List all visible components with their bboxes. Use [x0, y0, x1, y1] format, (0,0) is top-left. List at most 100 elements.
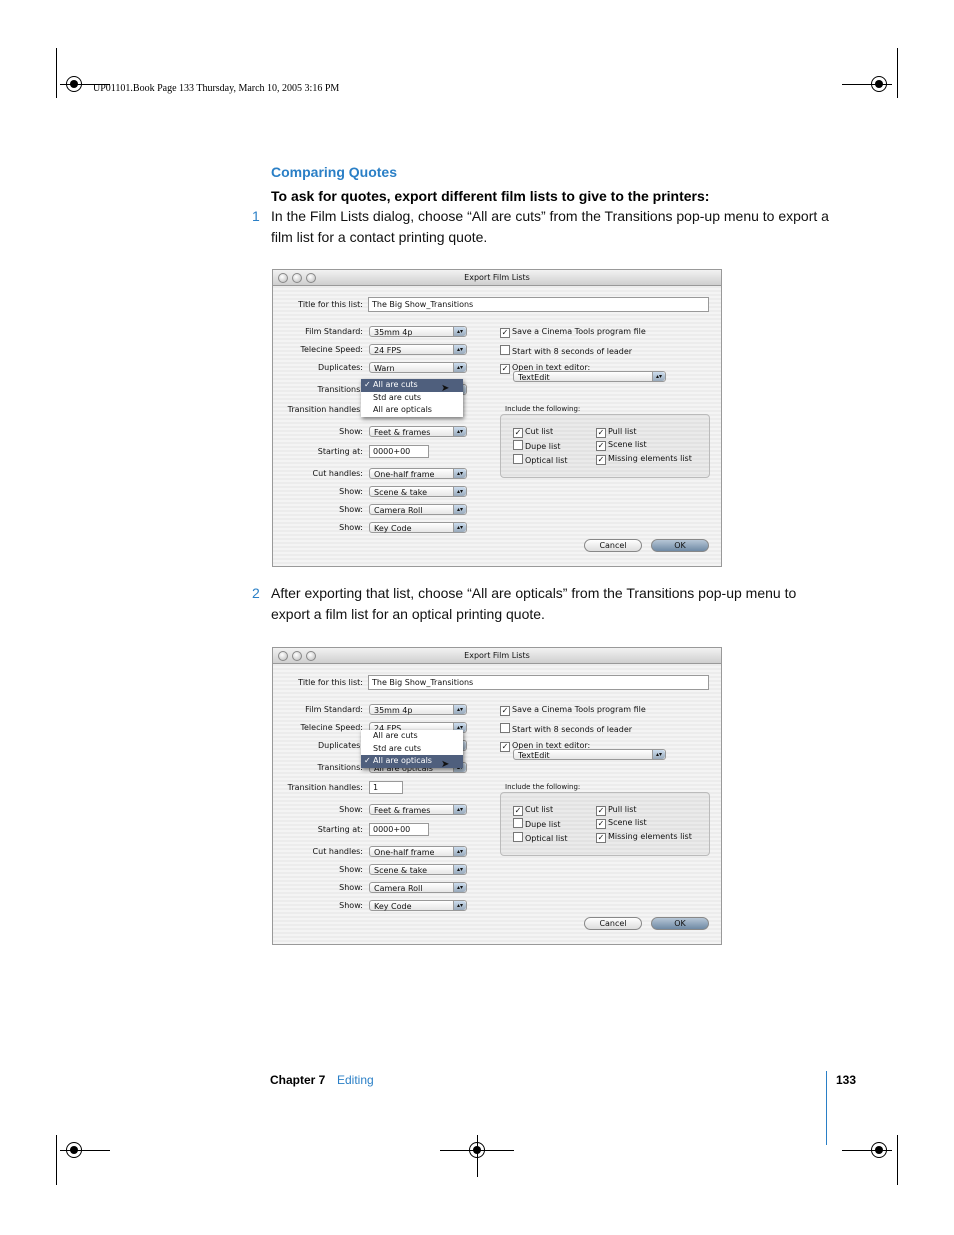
include-checkbox[interactable]: ✓ Scene list — [596, 818, 647, 829]
popup-button[interactable]: Key Code ▴▾ — [369, 522, 467, 533]
minimize-button[interactable] — [292, 651, 302, 661]
checkbox-label: Start with 8 seconds of leader — [512, 347, 633, 356]
checkmark-icon[interactable]: ✓ — [596, 806, 606, 816]
row-label: Starting at: — [317, 825, 363, 834]
checkbox-label: Cut list — [525, 805, 554, 814]
row-label: Show: — [339, 805, 363, 814]
option-checkbox[interactable]: ✓ Save a Cinema Tools program file — [500, 327, 646, 338]
menu-item-label: All are opticals — [373, 756, 432, 765]
popup-button[interactable]: Warn ▴▾ — [369, 362, 467, 373]
checkmark-icon[interactable]: ✓ — [596, 428, 606, 438]
updown-arrows-icon: ▴▾ — [453, 705, 466, 714]
title-label: Title for this list: — [298, 300, 363, 309]
title-input[interactable]: The Big Show_Transitions — [368, 675, 709, 690]
popup-button[interactable]: 35mm 4p ▴▾ — [369, 704, 467, 715]
checkmark-icon[interactable]: ✓ — [500, 706, 510, 716]
zoom-button[interactable] — [306, 651, 316, 661]
checkmark-icon[interactable]: ✓ — [596, 819, 606, 829]
text-field[interactable]: 1 — [369, 781, 403, 794]
popup-button[interactable]: 24 FPS ▴▾ — [369, 344, 467, 355]
updown-arrows-icon: ▴▾ — [453, 847, 466, 856]
text-field[interactable]: 0000+00 — [369, 445, 429, 458]
checkbox-label: Cut list — [525, 427, 554, 436]
cursor-arrow-icon: ➤ — [441, 759, 450, 770]
text-editor-popup[interactable]: TextEdit ▴▾ — [513, 749, 666, 760]
include-checkbox[interactable]: ✓ Missing elements list — [596, 832, 692, 843]
popup-button[interactable]: One-half frame ▴▾ — [369, 846, 467, 857]
popup-button[interactable]: Feet & frames ▴▾ — [369, 426, 467, 437]
include-checkbox[interactable]: Dupe list — [513, 818, 561, 829]
text-field[interactable]: 0000+00 — [369, 823, 429, 836]
updown-arrows-icon: ▴▾ — [453, 865, 466, 874]
ok-button[interactable]: OK — [651, 539, 709, 552]
include-checkbox[interactable]: ✓ Pull list — [596, 427, 637, 438]
checkmark-icon[interactable]: ✓ — [500, 742, 510, 752]
menu-item-label: Std are cuts — [373, 392, 422, 402]
updown-arrows-icon: ▴▾ — [453, 469, 466, 478]
row-label: Telecine Speed: — [300, 345, 363, 354]
checkbox-label: Missing elements list — [608, 454, 692, 463]
title-input[interactable]: The Big Show_Transitions — [368, 297, 709, 312]
popup-button[interactable]: One-half frame ▴▾ — [369, 468, 467, 479]
include-checkbox[interactable]: ✓ Cut list — [513, 805, 553, 816]
option-checkbox[interactable]: ✓ Save a Cinema Tools program file — [500, 705, 646, 716]
popup-button[interactable]: Scene & take ▴▾ — [369, 486, 467, 497]
zoom-button[interactable] — [306, 273, 316, 283]
include-checkbox[interactable]: ✓ Pull list — [596, 805, 637, 816]
include-checkbox[interactable]: ✓ Missing elements list — [596, 454, 692, 465]
checkbox-icon[interactable] — [500, 723, 510, 733]
popup-button[interactable]: Scene & take ▴▾ — [369, 864, 467, 875]
popup-button[interactable]: Key Code ▴▾ — [369, 900, 467, 911]
popup-button[interactable]: 35mm 4p ▴▾ — [369, 326, 467, 337]
cancel-button[interactable]: Cancel — [584, 917, 642, 930]
row-label: Show: — [339, 901, 363, 910]
menu-item[interactable]: All are cuts — [361, 730, 463, 743]
registration-mark-icon — [469, 1142, 485, 1158]
crop-mark — [897, 1135, 898, 1185]
checkmark-icon[interactable]: ✓ — [500, 364, 510, 374]
popup-button[interactable]: Feet & frames ▴▾ — [369, 804, 467, 815]
title-bar: Export Film Lists — [273, 648, 721, 664]
checkbox-label: Pull list — [608, 427, 637, 436]
checkmark-icon[interactable]: ✓ — [513, 428, 523, 438]
close-button[interactable] — [278, 273, 288, 283]
checkbox-icon[interactable] — [500, 345, 510, 355]
popup-value: TextEdit — [518, 751, 550, 760]
checkbox-label: Start with 8 seconds of leader — [512, 725, 633, 734]
minimize-button[interactable] — [292, 273, 302, 283]
include-checkbox[interactable]: ✓ Scene list — [596, 440, 647, 451]
checkbox-icon[interactable] — [513, 832, 523, 842]
cancel-button[interactable]: Cancel — [584, 539, 642, 552]
checkmark-icon[interactable]: ✓ — [596, 441, 606, 451]
popup-button[interactable]: Camera Roll ▴▾ — [369, 504, 467, 515]
row-label: Show: — [339, 487, 363, 496]
lead-text: To ask for quotes, export different film… — [271, 188, 710, 204]
option-checkbox[interactable]: Start with 8 seconds of leader — [500, 345, 632, 356]
checkmark-icon[interactable]: ✓ — [596, 455, 606, 465]
include-checkbox[interactable]: Optical list — [513, 454, 568, 465]
checkmark-icon[interactable]: ✓ — [513, 806, 523, 816]
page-number: 133 — [836, 1073, 857, 1087]
checkmark-icon[interactable]: ✓ — [596, 833, 606, 843]
option-checkbox[interactable]: Start with 8 seconds of leader — [500, 723, 632, 734]
ok-button[interactable]: OK — [651, 917, 709, 930]
row-label: Show: — [339, 523, 363, 532]
export-film-lists-dialog: Export Film Lists Title for this list: The… — [272, 647, 722, 945]
checkbox-icon[interactable] — [513, 454, 523, 464]
include-checkbox[interactable]: Dupe list — [513, 440, 561, 451]
footer-rule — [826, 1071, 827, 1145]
include-checkbox[interactable]: ✓ Cut list — [513, 427, 553, 438]
menu-item[interactable]: All are opticals — [361, 404, 463, 417]
checkbox-label: Dupe list — [525, 820, 561, 829]
checkbox-icon[interactable] — [513, 440, 523, 450]
menu-item-label: All are cuts — [373, 380, 418, 389]
checkbox-icon[interactable] — [513, 818, 523, 828]
updown-arrows-icon: ▴▾ — [453, 487, 466, 496]
dialog-title: Export Film Lists — [464, 651, 530, 660]
checkmark-icon[interactable]: ✓ — [500, 328, 510, 338]
close-button[interactable] — [278, 651, 288, 661]
text-editor-popup[interactable]: TextEdit ▴▾ — [513, 371, 666, 382]
popup-button[interactable]: Camera Roll ▴▾ — [369, 882, 467, 893]
menu-item[interactable]: Std are cuts — [361, 743, 463, 756]
include-checkbox[interactable]: Optical list — [513, 832, 568, 843]
